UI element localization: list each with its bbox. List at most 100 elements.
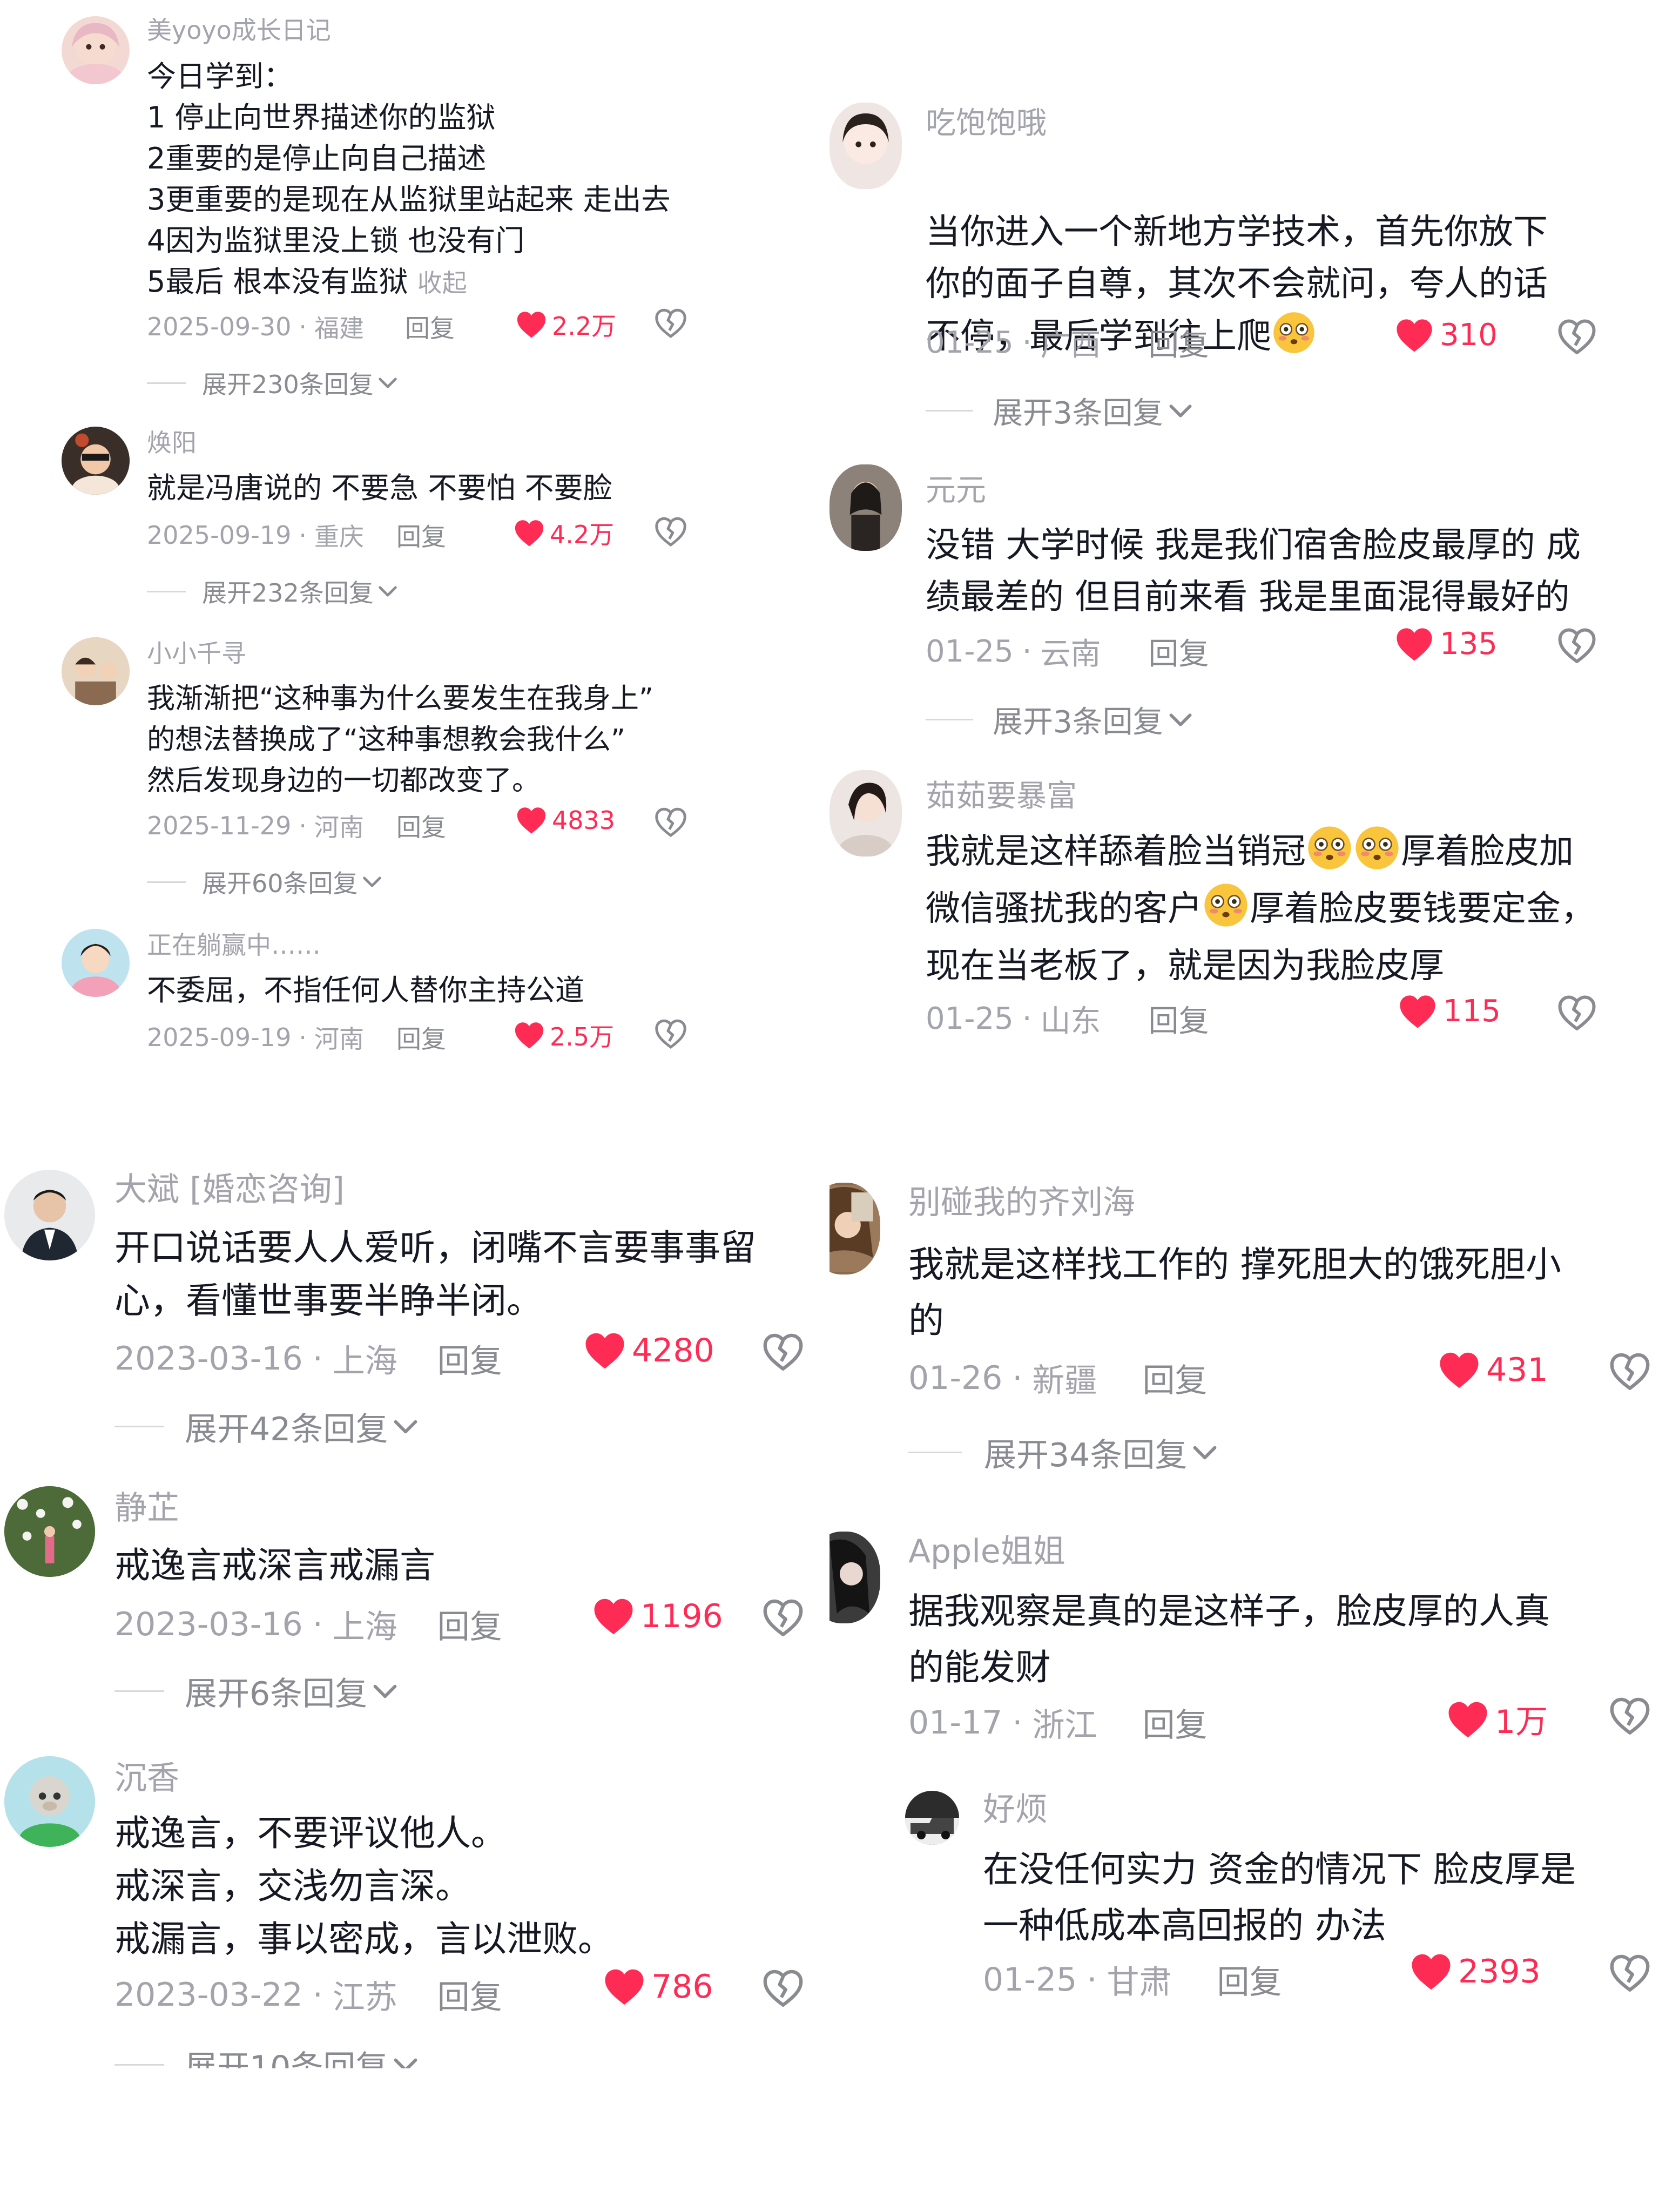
broken-heart-icon[interactable]	[1609, 1954, 1650, 1992]
expand-replies-button[interactable]: 展开6条回复	[114, 1668, 397, 1715]
reply-button[interactable]: 回复	[1142, 1699, 1207, 1746]
reply-button[interactable]: 回复	[396, 1020, 446, 1055]
username[interactable]: 别碰我的齐刘海	[908, 1183, 1135, 1223]
broken-heart-icon[interactable]	[1557, 319, 1596, 354]
avatar[interactable]	[62, 427, 130, 495]
collapse-link[interactable]: 收起	[417, 268, 467, 298]
broken-heart-icon[interactable]	[655, 308, 687, 338]
reply-button[interactable]: 回复	[1149, 630, 1209, 673]
reply-button[interactable]: 回复	[405, 309, 455, 345]
avatar[interactable]	[830, 464, 902, 551]
like-button[interactable]: 1万	[1447, 1696, 1548, 1743]
avatar[interactable]	[830, 103, 902, 189]
username[interactable]: 大斌 [婚恋咨询]	[114, 1170, 345, 1210]
like-button[interactable]: 115	[1399, 994, 1501, 1029]
like-button[interactable]: 4280	[584, 1332, 714, 1370]
expand-replies-button[interactable]: 展开232条回复	[147, 574, 397, 609]
avatar[interactable]	[4, 1170, 95, 1260]
comment-meta: 2025-11-29 · 河南 回复	[147, 808, 446, 844]
broken-heart-icon[interactable]	[763, 1599, 804, 1636]
comment-meta: 2023-03-16 · 上海 回复	[114, 1601, 502, 1648]
avatar[interactable]	[62, 637, 130, 705]
username[interactable]: 吃饱饱哦	[926, 105, 1047, 143]
comment-meta: 2023-03-22 · 江苏 回复	[114, 1971, 502, 2018]
expand-replies-button[interactable]: 展开60条回复	[147, 864, 382, 900]
comment-meta: 2025-09-30 · 福建 回复	[147, 309, 455, 345]
reply-button[interactable]: 回复	[437, 1601, 502, 1648]
avatar[interactable]	[4, 1486, 95, 1577]
reply-button[interactable]: 回复	[437, 1335, 502, 1382]
divider	[114, 1690, 164, 1692]
comment-date: 2023-03-16	[114, 1605, 303, 1643]
reply-button[interactable]: 回复	[1142, 1354, 1207, 1401]
like-button[interactable]: 4.2万	[514, 515, 614, 551]
expand-replies-button[interactable]: 展开230条回复	[147, 365, 397, 401]
comment-item: 元元 没错 大学时候 我是我们宿舍脸皮最厚的 成 绩最差的 但目前来看 我是里面…	[830, 464, 1659, 772]
username[interactable]: 元元	[926, 472, 986, 510]
broken-heart-icon[interactable]	[763, 1333, 804, 1371]
divider	[114, 2064, 164, 2066]
expand-replies-button[interactable]: 展开10条回复	[114, 2041, 418, 2068]
reply-button[interactable]: 回复	[396, 517, 446, 553]
broken-heart-icon[interactable]	[1609, 1352, 1650, 1390]
comment-meta: 2025-09-19 · 重庆 回复	[147, 517, 446, 553]
username[interactable]: Apple姐姐	[908, 1532, 1065, 1572]
like-button[interactable]: 135	[1395, 626, 1498, 662]
like-count: 115	[1443, 994, 1501, 1029]
reply-button[interactable]: 回复	[1149, 321, 1209, 365]
avatar[interactable]	[905, 1791, 959, 1845]
comment-item: 沉香 戒逸言，不要评议他人。 戒深言，交浅勿言深。 戒漏言，事以密成，言以泄败。…	[0, 1756, 830, 2068]
reply-button[interactable]: 回复	[1149, 997, 1209, 1041]
username[interactable]: 小小千寻	[147, 637, 246, 670]
like-button[interactable]: 1196	[593, 1597, 723, 1635]
expand-replies-button[interactable]: 展开3条回复	[926, 389, 1192, 433]
username[interactable]: 美yoyo成长日记	[147, 14, 331, 46]
divider	[908, 1452, 962, 1453]
avatar[interactable]	[4, 1756, 95, 1847]
comment-location: 上海	[332, 1608, 397, 1646]
username[interactable]: 茹茹要暴富	[926, 778, 1077, 815]
broken-heart-icon[interactable]	[1557, 995, 1596, 1030]
expand-replies-button[interactable]: 展开42条回复	[114, 1403, 418, 1450]
broken-heart-icon[interactable]	[655, 1019, 687, 1049]
avatar[interactable]	[62, 16, 130, 84]
comment-location: 河南	[314, 813, 364, 842]
like-button[interactable]: 2.5万	[514, 1017, 614, 1053]
comment-text: 戒逸言戒深言戒漏言	[114, 1545, 435, 1586]
like-button[interactable]: 2.2万	[516, 307, 616, 342]
comment-panel-bottom-right: 别碰我的齐刘海 我就是这样找工作的 撑死胆大的饿死胆小 的 01-26 · 新疆…	[830, 1123, 1659, 2068]
broken-heart-icon[interactable]	[655, 807, 687, 837]
username[interactable]: 沉香	[114, 1758, 179, 1798]
comment-text: 戒逸言，不要评议他人。 戒深言，交浅勿言深。 戒漏言，事以密成，言以泄败。	[114, 1812, 613, 1960]
avatar[interactable]	[830, 1183, 880, 1274]
comment-location: 重庆	[314, 522, 364, 551]
expand-replies-button[interactable]: 展开3条回复	[926, 698, 1192, 741]
reply-button[interactable]: 回复	[437, 1971, 502, 2018]
comment-meta: 01-25 · 云南 回复	[926, 630, 1209, 673]
heart-filled-icon	[593, 1597, 634, 1635]
like-button[interactable]: 310	[1395, 318, 1498, 353]
broken-heart-icon[interactable]	[655, 516, 687, 547]
comment-location: 新疆	[1032, 1362, 1097, 1400]
like-button[interactable]: 4833	[516, 806, 615, 835]
avatar[interactable]	[830, 770, 902, 857]
avatar[interactable]	[62, 929, 130, 997]
avatar[interactable]	[830, 1532, 880, 1623]
username[interactable]: 好烦	[983, 1790, 1048, 1830]
expand-replies-button[interactable]: 展开34条回复	[908, 1429, 1217, 1476]
username[interactable]: 正在躺赢中……	[147, 929, 321, 961]
reply-button[interactable]: 回复	[396, 808, 446, 844]
like-button[interactable]: 431	[1439, 1351, 1548, 1389]
broken-heart-icon[interactable]	[1557, 628, 1596, 663]
like-button[interactable]: 786	[604, 1968, 713, 2006]
comment-panel-top-left: 美yoyo成长日记 今日学到： 1 停止向世界描述你的监狱 2重要的是停止向自己…	[0, 0, 830, 1123]
broken-heart-icon[interactable]	[763, 1969, 804, 2007]
like-button[interactable]: 2393	[1411, 1953, 1541, 1991]
heart-filled-icon	[1439, 1351, 1480, 1389]
like-count: 431	[1486, 1351, 1548, 1389]
divider	[147, 382, 186, 384]
broken-heart-icon[interactable]	[1609, 1697, 1650, 1735]
username[interactable]: 静芷	[114, 1488, 179, 1528]
reply-button[interactable]: 回复	[1217, 1956, 1282, 2003]
username[interactable]: 焕阳	[147, 427, 197, 459]
